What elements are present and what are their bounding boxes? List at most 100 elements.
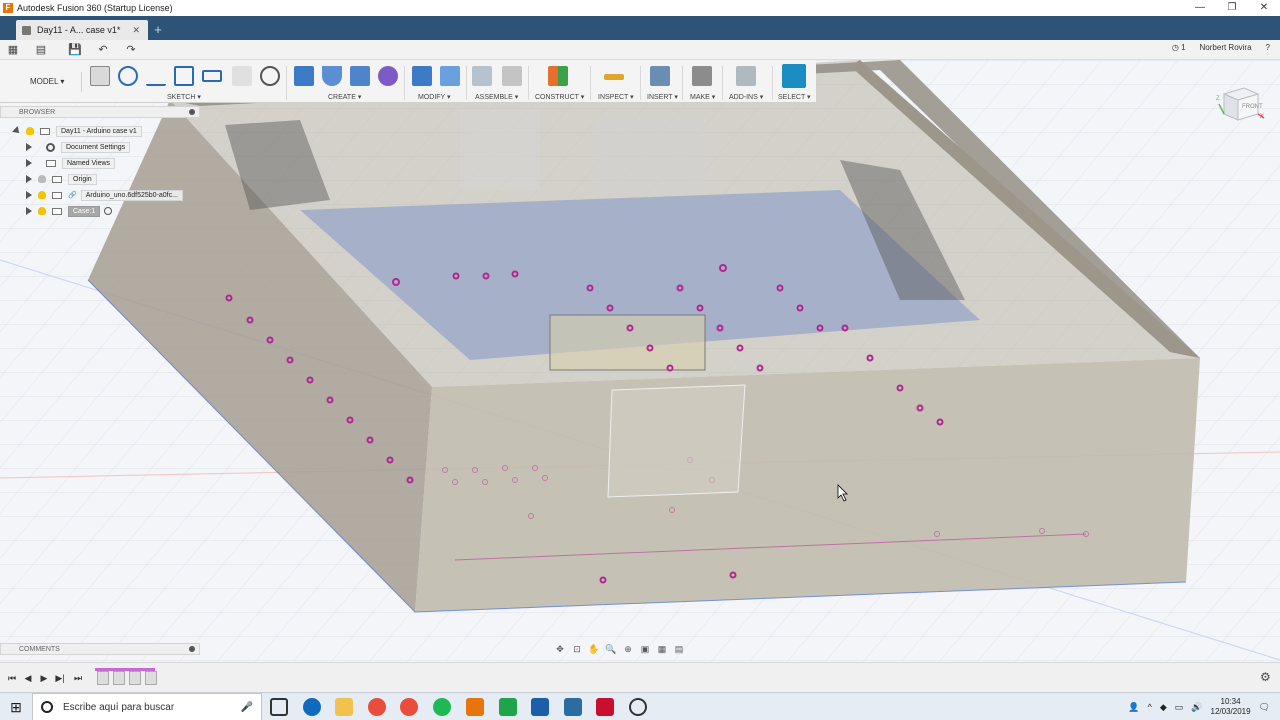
browser-pin-icon[interactable] [189,109,195,115]
comments-panel-header[interactable]: COMMENTS [0,643,200,655]
clock-app-icon[interactable] [629,698,647,716]
expand-arrow-icon[interactable] [26,207,32,215]
select-menu[interactable]: SELECT ▾ [778,93,811,101]
undo-icon[interactable]: ↶ [96,43,110,57]
new-component-icon[interactable] [472,66,492,86]
display-settings-icon[interactable]: ▣ [639,644,651,654]
visual-studio-icon[interactable] [531,698,549,716]
expand-arrow-icon[interactable] [26,175,32,183]
revolve-icon[interactable] [322,66,342,86]
step-forward-icon[interactable]: ▶| [54,672,66,684]
extrude-icon[interactable] [294,66,314,86]
tree-item-named-views[interactable]: Named Views [26,157,116,169]
show-hidden-icons-icon[interactable]: ^ [1148,702,1152,712]
sweep-icon[interactable] [350,66,370,86]
make-menu[interactable]: MAKE ▾ [690,93,715,101]
sphere-icon[interactable] [378,66,398,86]
timeline-feature[interactable] [129,671,141,685]
task-view-icon[interactable] [270,698,288,716]
save-icon[interactable]: 💾 [68,43,82,57]
play-icon[interactable]: ▶ [38,672,50,684]
fusion-360-icon[interactable] [466,698,484,716]
stop-sketch-icon[interactable] [260,66,280,86]
user-account-menu[interactable]: Norbert Rovira [1200,43,1252,52]
job-status-icon[interactable]: ◷ 1 [1172,43,1186,52]
visibility-bulb-icon[interactable] [38,207,46,215]
minimize-button[interactable]: — [1184,0,1216,16]
modify-menu[interactable]: MODIFY ▾ [418,93,451,101]
close-button[interactable]: ✕ [1248,0,1280,16]
go-to-end-icon[interactable]: ⏭ [72,672,84,684]
sketch-menu[interactable]: SKETCH ▾ [167,93,201,101]
document-tab[interactable]: Day11 - A... case v1* ✕ [16,20,148,40]
insert-menu[interactable]: INSERT ▾ [647,93,678,101]
line-icon[interactable] [118,66,138,86]
tab-close-icon[interactable]: ✕ [132,25,140,36]
3d-print-icon[interactable] [692,66,712,86]
collapse-arrow-icon[interactable] [12,126,22,136]
rectangle-icon[interactable] [174,66,194,86]
edge-icon[interactable] [303,698,321,716]
spline-icon[interactable] [146,66,166,86]
workspace-switcher[interactable]: MODEL ▾ [10,72,82,92]
expand-arrow-icon[interactable] [26,143,32,151]
taskbar-search-box[interactable]: Escribe aquí para buscar 🎤 [32,693,262,720]
expand-arrow-icon[interactable] [26,159,32,167]
activate-radio-icon[interactable] [104,207,113,215]
file-explorer-icon[interactable] [335,698,353,716]
taskbar-clock[interactable]: 10:34 12/03/2019 [1211,697,1251,717]
look-at-icon[interactable]: ⊡ [571,644,583,654]
app-icon[interactable] [564,698,582,716]
visibility-bulb-icon[interactable] [38,175,46,183]
tree-item-root[interactable]: Day11 - Arduino case v1 [12,125,142,137]
orbit-icon[interactable]: ✥ [554,644,566,654]
dropbox-icon[interactable]: ◆ [1160,702,1167,713]
spotify-icon[interactable] [433,698,451,716]
timeline-settings-icon[interactable]: ⚙ [1260,671,1272,683]
offset-plane-icon[interactable] [548,66,568,86]
viewports-icon[interactable]: ▤ [673,644,685,654]
timeline-feature[interactable] [113,671,125,685]
fillet-icon[interactable] [440,66,460,86]
tree-item-document-settings[interactable]: Document Settings [26,141,131,153]
network-icon[interactable]: ▭ [1175,702,1184,713]
grid-settings-icon[interactable]: ▦ [656,644,668,654]
go-to-start-icon[interactable]: ⏮ [6,672,18,684]
people-icon[interactable]: 👤 [1128,702,1139,713]
insert-image-icon[interactable] [650,66,670,86]
joint-icon[interactable] [502,66,522,86]
help-icon[interactable]: ? [1266,43,1270,52]
inspect-menu[interactable]: INSPECT ▾ [598,93,634,101]
construct-menu[interactable]: CONSTRUCT ▾ [535,93,584,101]
visibility-bulb-icon[interactable] [38,191,46,199]
create-menu[interactable]: CREATE ▾ [328,93,361,101]
new-tab-button[interactable]: + [150,22,166,38]
press-pull-icon[interactable] [412,66,432,86]
chrome-icon[interactable] [368,698,386,716]
notifications-icon[interactable]: 🗨 [1259,702,1270,713]
fit-icon[interactable]: ⊕ [622,644,634,654]
tree-item-origin[interactable]: Origin [26,173,97,185]
step-back-icon[interactable]: ◀ [22,672,34,684]
timeline-feature[interactable] [97,671,109,685]
browser-panel-header[interactable]: BROWSER [0,106,200,118]
data-panel-grid-icon[interactable]: ▦ [6,43,20,57]
microphone-icon[interactable]: 🎤 [241,702,253,713]
slot-icon[interactable] [202,70,222,82]
comments-pin-icon[interactable] [189,646,195,652]
viewcube[interactable]: FRONT Z X [1216,80,1266,124]
file-menu-icon[interactable]: ▤ [34,43,48,57]
app-icon[interactable] [596,698,614,716]
visibility-bulb-icon[interactable] [26,127,34,135]
3d-viewport[interactable] [0,60,1280,662]
maximize-button[interactable]: ❐ [1216,0,1248,16]
scripts-addins-icon[interactable] [736,66,756,86]
volume-icon[interactable]: 🔊 [1191,702,1202,713]
assemble-menu[interactable]: ASSEMBLE ▾ [475,93,518,101]
addins-menu[interactable]: ADD-INS ▾ [729,93,763,101]
app-icon[interactable] [499,698,517,716]
measure-icon[interactable] [604,74,624,80]
app-icon[interactable] [400,698,418,716]
select-icon[interactable] [782,64,806,88]
tree-item-arduino-component[interactable]: 🔗 Arduino_uno.6df525b0-a0fc... [26,189,183,201]
